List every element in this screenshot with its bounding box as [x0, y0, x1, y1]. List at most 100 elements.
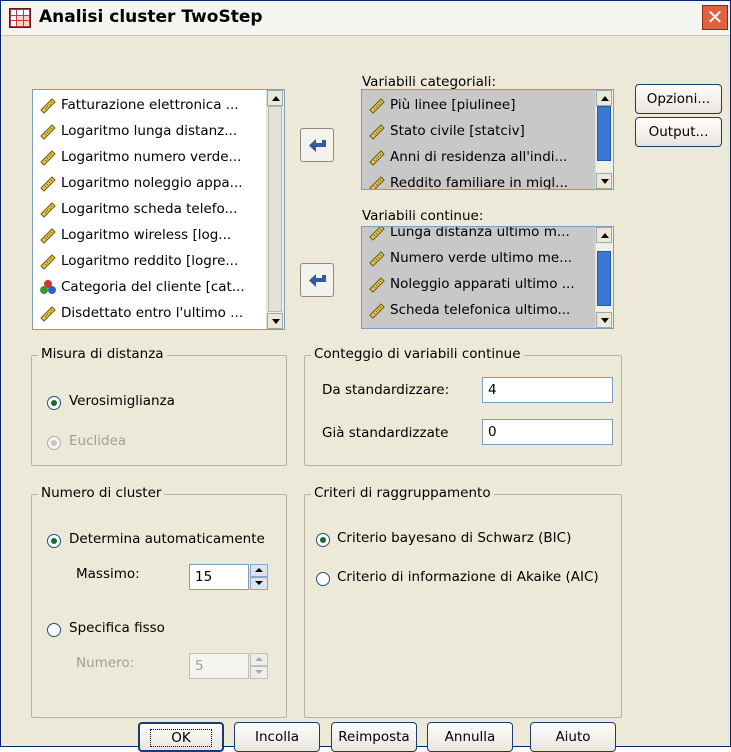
- ruler-icon: [368, 96, 386, 114]
- cancel-button[interactable]: Annulla: [427, 722, 513, 752]
- likelihood-label[interactable]: Verosimiglianza: [69, 393, 175, 409]
- list-item-label: Disdettato entro l'ultimo ...: [61, 305, 244, 321]
- move-to-categorical-button[interactable]: [300, 128, 334, 162]
- auto-determine-label[interactable]: Determina automaticamente: [69, 531, 265, 547]
- scroll-thumb[interactable]: [268, 106, 282, 312]
- group-title: Numero di cluster: [38, 485, 165, 501]
- source-variable-list[interactable]: Fatturazione elettronica ... Logaritmo l…: [32, 89, 285, 330]
- list-item[interactable]: Reddito familiare in migl...: [362, 170, 613, 190]
- arrow-left-icon: [309, 139, 326, 152]
- scroll-thumb[interactable]: [597, 251, 611, 306]
- dialog-body: Fatturazione elettronica ... Logaritmo l…: [1, 36, 730, 752]
- categorical-label: Variabili categoriali:: [362, 74, 496, 90]
- ruler-icon: [39, 304, 57, 322]
- output-button[interactable]: Output...: [635, 117, 722, 147]
- list-item[interactable]: Più linee [piulinee]: [362, 92, 613, 118]
- spin-up-button[interactable]: [250, 564, 268, 577]
- list-item-label: Logaritmo numero verde...: [61, 149, 242, 165]
- likelihood-radio[interactable]: [47, 396, 61, 410]
- list-item-label: Fatturazione elettronica ...: [61, 97, 239, 113]
- list-item[interactable]: Logaritmo noleggio appa...: [33, 170, 284, 196]
- list-item[interactable]: Logaritmo wireless [log...: [33, 222, 284, 248]
- list-item[interactable]: Disdettato entro l'ultimo ...: [33, 300, 284, 326]
- to-standardize-field[interactable]: 4: [482, 377, 613, 403]
- ruler-icon: [368, 227, 386, 241]
- list-item[interactable]: Fatturazione elettronica ...: [33, 92, 284, 118]
- dialog-window: Analisi cluster TwoStep ✕ Fatturazione e…: [0, 0, 731, 752]
- list-item[interactable]: Logaritmo lunga distanz...: [33, 118, 284, 144]
- ruler-icon: [368, 249, 386, 267]
- close-button[interactable]: ✕: [702, 5, 728, 30]
- fixed-number-spinner[interactable]: [250, 653, 268, 679]
- categorical-list-scrollbar[interactable]: [595, 90, 613, 189]
- scroll-up-button[interactable]: [267, 90, 283, 106]
- list-item[interactable]: Logaritmo scheda telefo...: [33, 196, 284, 222]
- distance-measure-group: Misura di distanza: [31, 346, 287, 466]
- group-title: Criteri di raggruppamento: [311, 485, 494, 501]
- scroll-down-button[interactable]: [596, 312, 612, 328]
- list-item-label: Stato civile [statciv]: [390, 123, 525, 139]
- standardized-field[interactable]: 0: [482, 419, 613, 445]
- nominal-icon: [39, 278, 57, 296]
- move-to-continuous-button[interactable]: [300, 263, 334, 297]
- ok-button[interactable]: OK: [138, 722, 224, 752]
- scroll-down-button[interactable]: [267, 313, 283, 329]
- list-item[interactable]: Logaritmo reddito [logre...: [33, 248, 284, 274]
- ruler-icon: [368, 122, 386, 140]
- ruler-icon: [39, 226, 57, 244]
- scroll-down-button[interactable]: [596, 173, 612, 189]
- euclidean-label[interactable]: Euclidea: [69, 433, 126, 449]
- list-item-label: Reddito familiare in migl...: [390, 175, 569, 190]
- scroll-up-button[interactable]: [596, 90, 612, 106]
- continuous-list-scrollbar[interactable]: [595, 227, 613, 328]
- title-bar: Analisi cluster TwoStep ✕: [1, 1, 730, 36]
- fixed-number-label[interactable]: Specifica fisso: [69, 620, 165, 636]
- categorical-variable-list[interactable]: Più linee [piulinee] Stato civile [statc…: [361, 89, 614, 190]
- ruler-icon: [39, 122, 57, 140]
- list-item[interactable]: Categoria del cliente [cat...: [33, 274, 284, 300]
- standardized-label: Già standardizzate: [322, 425, 449, 441]
- bic-label[interactable]: Criterio bayesano di Schwarz (BIC): [337, 530, 571, 546]
- source-list-scrollbar[interactable]: [266, 90, 284, 329]
- list-item[interactable]: Logaritmo numero verde...: [33, 144, 284, 170]
- fixed-number-field[interactable]: 5: [189, 653, 249, 679]
- list-item-label: Più linee [piulinee]: [390, 97, 516, 113]
- list-item[interactable]: Noleggio apparati ultimo ...: [362, 271, 613, 297]
- list-item-label: Logaritmo wireless [log...: [61, 227, 232, 243]
- list-item[interactable]: Anni di residenza all'indi...: [362, 144, 613, 170]
- auto-determine-radio[interactable]: [47, 534, 61, 548]
- ruler-icon: [39, 252, 57, 270]
- ruler-icon: [39, 96, 57, 114]
- paste-button[interactable]: Incolla: [234, 722, 320, 752]
- ruler-icon: [368, 148, 386, 166]
- spss-app-icon: [9, 8, 31, 28]
- list-item[interactable]: Numero verde ultimo me...: [362, 245, 613, 271]
- list-item-label: Anni di residenza all'indi...: [390, 149, 568, 165]
- spin-up-button[interactable]: [250, 653, 268, 666]
- aic-radio[interactable]: [316, 572, 330, 586]
- list-item[interactable]: Lunga distanza ultimo m...: [362, 226, 613, 245]
- group-title: Misura di distanza: [38, 346, 167, 362]
- reset-button[interactable]: Reimposta: [331, 722, 417, 752]
- max-label: Massimo:: [76, 566, 140, 582]
- to-standardize-label: Da standardizzare:: [322, 382, 450, 398]
- group-title: Conteggio di variabili continue: [311, 346, 524, 362]
- scroll-thumb[interactable]: [597, 106, 611, 161]
- ruler-icon: [368, 275, 386, 293]
- list-item[interactable]: Stato civile [statciv]: [362, 118, 613, 144]
- help-button[interactable]: Aiuto: [530, 722, 616, 752]
- fixed-number-radio[interactable]: [47, 623, 61, 637]
- continuous-variable-list[interactable]: Lunga distanza ultimo m... Numero verde …: [361, 226, 614, 329]
- list-item-label: Categoria del cliente [cat...: [61, 279, 245, 295]
- spin-down-button[interactable]: [250, 577, 268, 590]
- aic-label[interactable]: Criterio di informazione di Akaike (AIC): [337, 569, 599, 585]
- bic-radio[interactable]: [316, 533, 330, 547]
- max-clusters-field[interactable]: 15: [189, 564, 249, 590]
- options-button[interactable]: Opzioni...: [635, 84, 722, 114]
- scroll-up-button[interactable]: [596, 227, 612, 243]
- list-item-label: Lunga distanza ultimo m...: [390, 226, 570, 240]
- max-clusters-spinner[interactable]: [250, 564, 268, 590]
- euclidean-radio[interactable]: [47, 436, 61, 450]
- spin-down-button[interactable]: [250, 666, 268, 679]
- list-item[interactable]: Scheda telefonica ultimo...: [362, 297, 613, 323]
